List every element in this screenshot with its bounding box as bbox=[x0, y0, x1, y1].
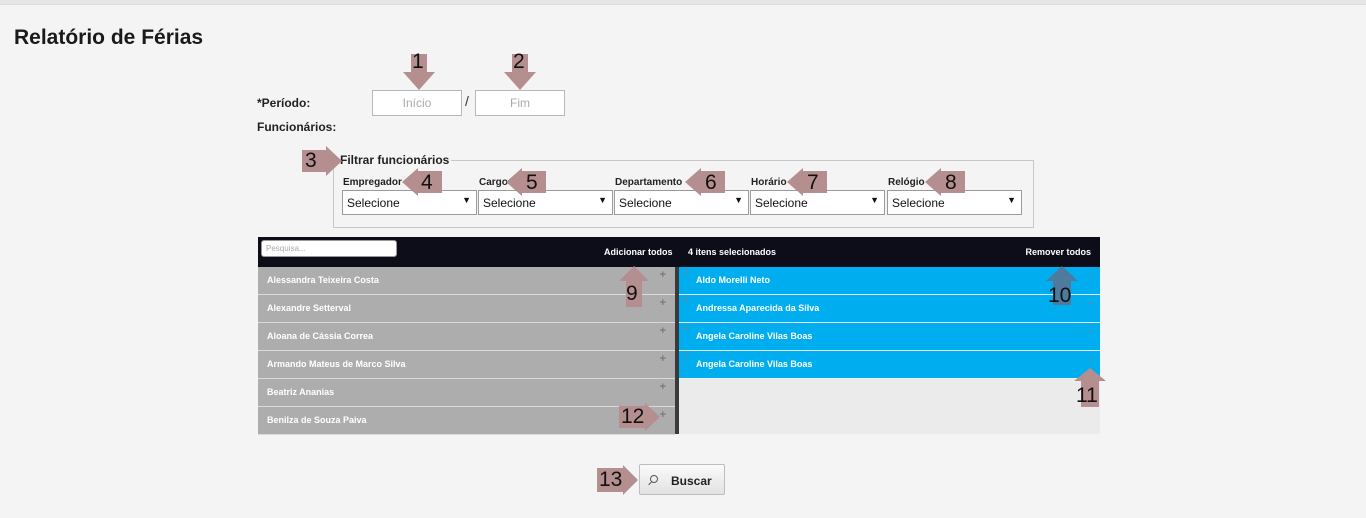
remove-all-button[interactable]: Remover todos bbox=[1025, 247, 1091, 257]
annotation-number-12: 12 bbox=[621, 405, 645, 428]
add-icon[interactable]: + bbox=[660, 297, 666, 309]
empregador-value: Selecione bbox=[347, 196, 400, 210]
empregador-label: Empregador bbox=[343, 177, 402, 188]
list-item[interactable]: Alessandra Teixeira Costa + bbox=[258, 267, 675, 295]
annotation-number-3: 3 bbox=[305, 149, 317, 172]
relogio-label: Relógio bbox=[888, 177, 925, 188]
employee-name: Alexandre Setterval bbox=[267, 303, 352, 313]
funcionarios-label: Funcionários: bbox=[257, 120, 337, 134]
departamento-select[interactable]: Selecione ▼ bbox=[614, 190, 749, 215]
list-item[interactable]: ⇕ Angela Caroline Vilas Boas − bbox=[679, 323, 1100, 351]
page-title: Relatório de Férias bbox=[14, 26, 204, 49]
cargo-value: Selecione bbox=[483, 196, 536, 210]
search-button[interactable]: Buscar bbox=[639, 464, 725, 495]
start-date-input[interactable] bbox=[372, 90, 462, 116]
horario-label: Horário bbox=[751, 177, 787, 188]
add-icon[interactable]: + bbox=[660, 353, 666, 365]
drag-handle-icon[interactable]: ⇕ bbox=[683, 267, 691, 278]
employee-name: Alessandra Teixeira Costa bbox=[267, 275, 379, 285]
drag-handle-icon[interactable]: ⇕ bbox=[683, 295, 691, 306]
end-date-input[interactable] bbox=[475, 90, 565, 116]
remove-icon[interactable]: − bbox=[1087, 268, 1094, 282]
employee-name: Benilza de Souza Paiva bbox=[267, 415, 367, 425]
employee-name: Angela Caroline Vilas Boas bbox=[696, 359, 813, 369]
selected-list: ⇕ Aldo Morelli Neto − ⇕ Andressa Apareci… bbox=[679, 267, 1100, 434]
list-item[interactable]: ⇕ Andressa Aparecida da Silva − bbox=[679, 295, 1100, 323]
annotation-number-9: 9 bbox=[626, 282, 638, 305]
employee-name: Beatriz Ananias bbox=[267, 387, 335, 397]
annotation-number-13: 13 bbox=[599, 468, 623, 491]
search-button-label: Buscar bbox=[671, 474, 712, 488]
remove-icon[interactable]: − bbox=[1087, 324, 1094, 338]
employee-name: Angela Caroline Vilas Boas bbox=[696, 331, 813, 341]
search-input[interactable] bbox=[261, 240, 397, 257]
date-separator: / bbox=[465, 93, 469, 109]
chevron-down-icon: ▼ bbox=[598, 195, 607, 205]
chevron-down-icon: ▼ bbox=[734, 195, 743, 205]
picker-header: Adicionar todos 4 itens selecionados Rem… bbox=[258, 237, 1100, 267]
employee-name: Andressa Aparecida da Silva bbox=[696, 303, 820, 313]
list-item[interactable]: Armando Mateus de Marco Silva + bbox=[258, 351, 675, 379]
cargo-label: Cargo bbox=[479, 177, 508, 188]
departamento-label: Departamento bbox=[615, 177, 683, 188]
chevron-down-icon: ▼ bbox=[462, 195, 471, 205]
chevron-down-icon: ▼ bbox=[1007, 195, 1016, 205]
periodo-label: *Período: bbox=[257, 96, 311, 110]
list-item[interactable]: Alexandre Setterval + bbox=[258, 295, 675, 323]
employee-picker: Adicionar todos 4 itens selecionados Rem… bbox=[258, 237, 1100, 435]
drag-handle-icon[interactable]: ⇕ bbox=[683, 323, 691, 334]
annotation-number-4: 4 bbox=[421, 171, 433, 194]
available-list: Alessandra Teixeira Costa + Alexandre Se… bbox=[258, 267, 675, 435]
annotation-number-2: 2 bbox=[513, 50, 525, 73]
annotation-number-1: 1 bbox=[412, 50, 424, 73]
remove-icon[interactable]: − bbox=[1087, 296, 1094, 310]
remove-icon[interactable]: − bbox=[1087, 352, 1094, 366]
annotation-number-10: 10 bbox=[1048, 284, 1072, 307]
annotation-number-8: 8 bbox=[945, 171, 957, 194]
employee-name: Aldo Morelli Neto bbox=[696, 275, 770, 285]
employee-name: Armando Mateus de Marco Silva bbox=[267, 359, 406, 369]
search-icon bbox=[650, 475, 658, 483]
chevron-down-icon: ▼ bbox=[870, 195, 879, 205]
filter-legend: Filtrar funcionários bbox=[340, 153, 450, 167]
list-item[interactable]: ⇕ Angela Caroline Vilas Boas − bbox=[679, 351, 1100, 379]
annotation-number-11: 11 bbox=[1076, 384, 1098, 407]
add-icon[interactable]: + bbox=[660, 381, 666, 393]
list-item[interactable]: Aloana de Cássia Correa + bbox=[258, 323, 675, 351]
add-all-button[interactable]: Adicionar todos bbox=[604, 247, 673, 257]
list-item[interactable]: Benilza de Souza Paiva + bbox=[258, 407, 675, 435]
horario-value: Selecione bbox=[755, 196, 808, 210]
annotation-number-5: 5 bbox=[526, 171, 538, 194]
list-item[interactable]: Beatriz Ananias + bbox=[258, 379, 675, 407]
top-bar bbox=[0, 0, 1366, 5]
add-icon[interactable]: + bbox=[660, 269, 666, 281]
list-item[interactable]: ⇕ Aldo Morelli Neto − bbox=[679, 267, 1100, 295]
departamento-value: Selecione bbox=[619, 196, 672, 210]
drag-handle-icon[interactable]: ⇕ bbox=[683, 351, 691, 362]
selected-count: 4 itens selecionados bbox=[688, 247, 777, 257]
relogio-value: Selecione bbox=[892, 196, 945, 210]
annotation-number-7: 7 bbox=[807, 171, 819, 194]
employee-name: Aloana de Cássia Correa bbox=[267, 331, 374, 341]
add-icon[interactable]: + bbox=[660, 325, 666, 337]
annotation-number-6: 6 bbox=[705, 171, 717, 194]
